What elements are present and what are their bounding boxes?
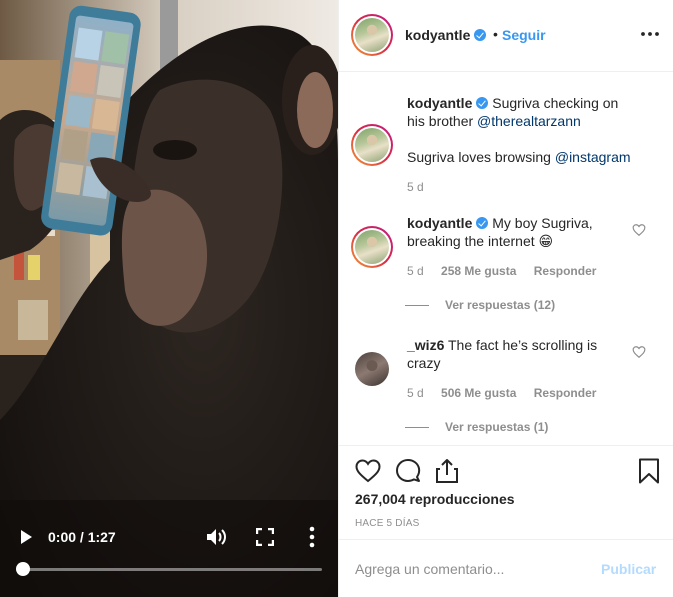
post-actions: 267,004 reproducciones HACE 5 DÍAS xyxy=(339,445,673,539)
caption-meta: 5 d xyxy=(407,180,438,194)
comment-likes[interactable]: 506 Me gusta xyxy=(441,386,516,400)
chimpanzee-phone-image xyxy=(0,0,338,597)
comment-text: kodyantle My boy Sugriva, breaking the i… xyxy=(407,215,593,249)
comment-age: 5 d xyxy=(407,264,424,278)
share-icon[interactable] xyxy=(434,458,460,484)
more-horizontal-icon[interactable] xyxy=(639,26,661,42)
comment-meta: 5 d 506 Me gusta Responder xyxy=(407,386,610,400)
play-icon[interactable] xyxy=(18,529,34,545)
fullscreen-icon[interactable] xyxy=(256,528,274,546)
video-progress-knob[interactable] xyxy=(16,562,30,576)
video-time: 0:00 / 1:27 xyxy=(48,529,116,545)
like-comment-icon[interactable] xyxy=(632,223,646,237)
add-comment-section: Publicar xyxy=(339,539,673,597)
mention-link[interactable]: @therealtarzann xyxy=(477,113,581,129)
bookmark-icon[interactable] xyxy=(636,458,662,484)
verified-badge-icon xyxy=(474,29,487,41)
like-heart-icon[interactable] xyxy=(355,458,381,484)
caption-username[interactable]: kodyantle xyxy=(407,95,472,111)
author-avatar[interactable] xyxy=(351,14,393,56)
publish-button[interactable]: Publicar xyxy=(601,561,656,577)
view-replies-button[interactable]: Ver respuestas (1) xyxy=(405,420,548,434)
follow-button[interactable]: Seguir xyxy=(502,27,546,43)
caption-age: 5 d xyxy=(407,180,424,194)
comment-avatar[interactable] xyxy=(351,226,393,268)
view-replies-button[interactable]: Ver respuestas (12) xyxy=(405,298,555,312)
mention-link[interactable]: @instagram xyxy=(555,149,631,165)
verified-badge-icon xyxy=(476,217,489,229)
verified-badge-icon xyxy=(476,97,489,109)
more-vertical-icon[interactable] xyxy=(305,526,319,548)
comment-age: 5 d xyxy=(407,386,424,400)
post-header: kodyantle • Seguir xyxy=(339,0,673,72)
comment-text: _wiz6 The fact he’s scrolling is crazy xyxy=(407,337,598,371)
comment-username[interactable]: kodyantle xyxy=(407,215,472,231)
comment-avatar[interactable] xyxy=(355,352,389,386)
volume-icon[interactable] xyxy=(206,527,228,547)
reply-button[interactable]: Responder xyxy=(534,264,597,278)
post-details-panel: kodyantle • Seguir kodyantle Sugriva che… xyxy=(338,0,673,597)
views-count[interactable]: 267,004 reproducciones xyxy=(355,491,515,507)
post-timestamp: HACE 5 DÍAS xyxy=(355,518,420,529)
video-progress-bar[interactable] xyxy=(22,568,322,571)
comments-list[interactable]: kodyantle Sugriva checking on his brothe… xyxy=(339,73,673,445)
post-video[interactable]: 0:00 / 1:27 xyxy=(0,0,338,597)
comment-likes[interactable]: 258 Me gusta xyxy=(441,264,516,278)
header-separator: • xyxy=(493,26,498,42)
video-controls: 0:00 / 1:27 xyxy=(0,517,338,597)
author-username[interactable]: kodyantle xyxy=(405,27,487,43)
caption-text: kodyantle Sugriva checking on his brothe… xyxy=(407,95,631,165)
instagram-post: 0:00 / 1:27 kodyantle • Seguir kodyantle… xyxy=(0,0,673,597)
comment-input[interactable] xyxy=(355,559,585,579)
caption-author-avatar[interactable] xyxy=(351,124,393,166)
like-comment-icon[interactable] xyxy=(632,345,646,359)
reply-button[interactable]: Responder xyxy=(534,386,597,400)
comment-bubble-icon[interactable] xyxy=(395,458,421,484)
comment-meta: 5 d 258 Me gusta Responder xyxy=(407,264,610,278)
comment-username[interactable]: _wiz6 xyxy=(407,337,444,353)
